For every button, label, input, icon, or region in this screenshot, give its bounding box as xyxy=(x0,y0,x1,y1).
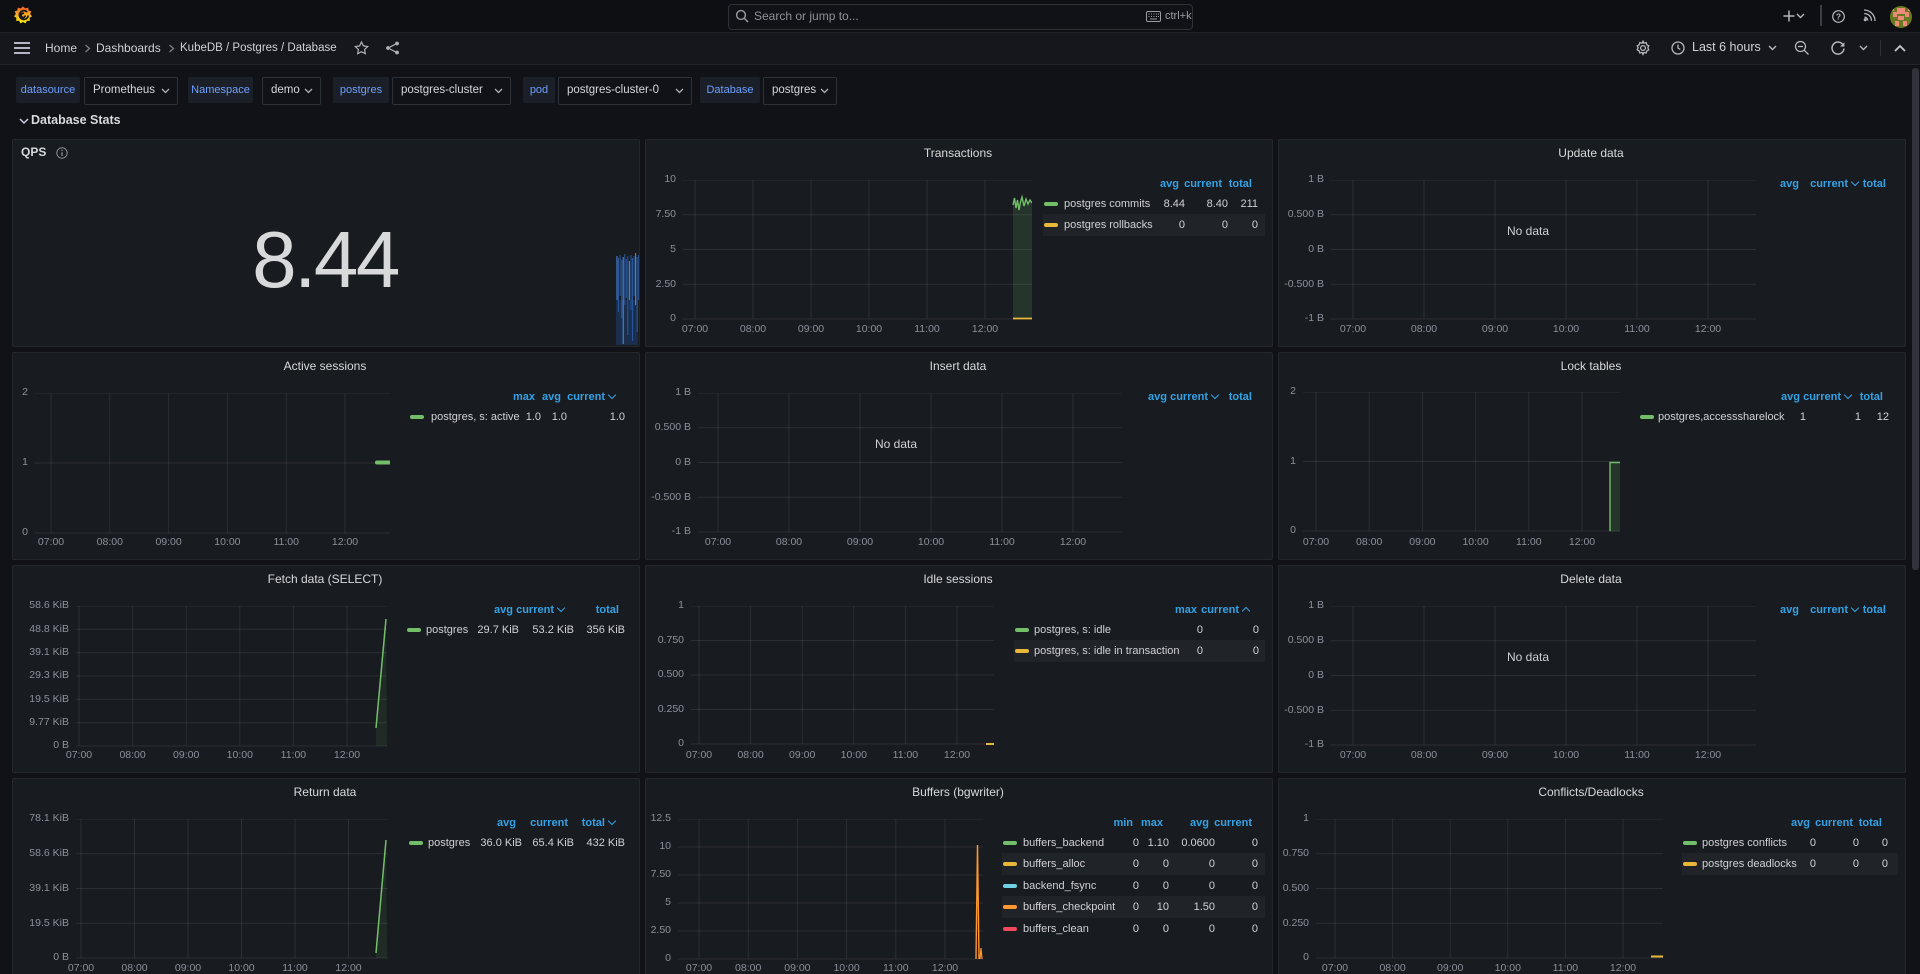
svg-text:?: ? xyxy=(1836,11,1841,21)
